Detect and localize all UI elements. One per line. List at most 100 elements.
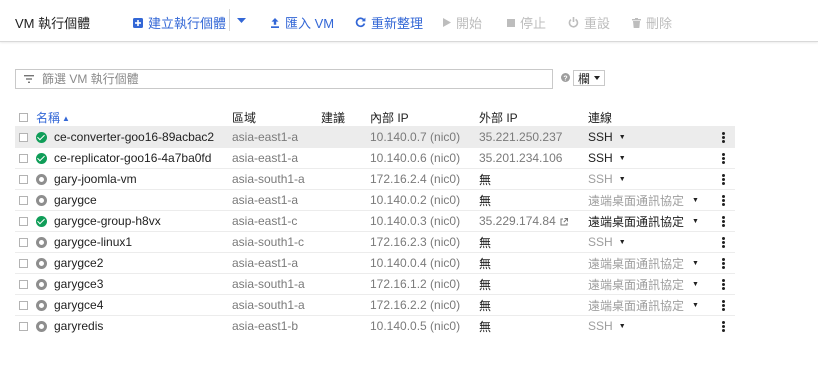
instance-name[interactable]: garyredis xyxy=(54,319,103,333)
stopped-status-icon xyxy=(36,278,47,290)
stop-button[interactable]: 停止 xyxy=(507,13,546,32)
reset-button[interactable]: 重設 xyxy=(568,13,610,32)
column-header-connect[interactable]: 連線 xyxy=(588,109,708,127)
connect-dropdown[interactable]: SSH ▼ xyxy=(588,130,708,144)
column-header-actions xyxy=(708,109,735,127)
connect-dropdown[interactable]: 遠端桌面通訊協定 ▼ xyxy=(588,192,708,209)
more-vert-icon[interactable] xyxy=(722,131,725,143)
create-instance-button[interactable]: 建立執行個體 xyxy=(133,13,226,32)
external-ip-value: 無 xyxy=(479,298,492,313)
instance-name[interactable]: ce-replicator-goo16-4a7ba0fd xyxy=(54,151,211,165)
external-ip-value: 無 xyxy=(479,277,492,292)
columns-button[interactable]: 欄 xyxy=(573,70,606,86)
column-header-external-ip[interactable]: 外部 IP xyxy=(479,109,588,127)
stopped-status-icon xyxy=(36,299,47,311)
recommendation-cell xyxy=(321,315,370,336)
connect-label: 遠端桌面通訊協定 xyxy=(588,298,685,313)
help-icon[interactable]: ? xyxy=(561,73,570,82)
more-vert-icon[interactable] xyxy=(722,278,725,290)
more-vert-icon[interactable] xyxy=(722,194,725,206)
stop-icon xyxy=(507,18,515,27)
instance-name[interactable]: garygce2 xyxy=(54,256,103,270)
instance-name-cell: garygce2 xyxy=(34,256,232,270)
row-checkbox[interactable] xyxy=(19,280,28,290)
select-all-checkbox[interactable] xyxy=(19,113,28,123)
connect-dropdown[interactable]: SSH ▼ xyxy=(588,172,708,186)
connect-dropdown[interactable]: 遠端桌面通訊協定 ▼ xyxy=(588,213,708,230)
row-checkbox[interactable] xyxy=(19,154,28,164)
add-box-icon xyxy=(133,17,143,28)
instance-name[interactable]: gary-joomla-vm xyxy=(54,172,137,186)
caret-down-icon: ▼ xyxy=(692,217,699,225)
row-checkbox[interactable] xyxy=(19,175,28,185)
filter-box xyxy=(15,69,553,89)
column-header-name[interactable]: 名稱 ▲ xyxy=(34,109,232,127)
column-header-internal-ip[interactable]: 內部 IP xyxy=(370,109,479,127)
more-vert-icon[interactable] xyxy=(722,152,725,164)
table-row[interactable]: garygce4 asia-south1-a 172.16.2.2 (nic0) 無 遠… xyxy=(15,294,735,316)
row-checkbox[interactable] xyxy=(19,259,28,269)
connect-dropdown[interactable]: 遠端桌面通訊協定 ▼ xyxy=(588,297,708,314)
table-row[interactable]: garygce2 asia-east1-a 10.140.0.4 (nic0) 無 遠端… xyxy=(15,252,735,274)
recommendation-cell xyxy=(321,189,370,211)
connect-dropdown[interactable]: SSH ▼ xyxy=(588,319,708,333)
more-vert-icon[interactable] xyxy=(722,320,725,332)
external-ip-cell: 35.201.234.106 xyxy=(479,147,588,169)
recommendation-cell xyxy=(321,126,370,148)
instance-name[interactable]: garygce3 xyxy=(54,277,103,291)
table-row[interactable]: garygce-group-h8vx asia-east1-c 10.140.0.3… xyxy=(15,210,735,232)
refresh-button[interactable]: 重新整理 xyxy=(355,13,423,32)
more-vert-icon[interactable] xyxy=(722,215,725,227)
zone-cell: asia-east1-a xyxy=(232,252,321,274)
row-checkbox[interactable] xyxy=(19,196,28,206)
more-vert-icon[interactable] xyxy=(722,257,725,269)
internal-ip-cell: 172.16.1.2 (nic0) xyxy=(370,273,479,295)
row-checkbox[interactable] xyxy=(19,322,28,332)
connect-dropdown[interactable]: 遠端桌面通訊協定 ▼ xyxy=(588,255,708,272)
instance-name-cell: gary-joomla-vm xyxy=(34,172,232,186)
instance-name[interactable]: garygce xyxy=(54,193,97,207)
name-header-label: 名稱 xyxy=(36,111,61,125)
internal-ip-cell: 10.140.0.4 (nic0) xyxy=(370,252,479,274)
table-row[interactable]: garygce-linux1 asia-south1-c 172.16.2.3 (n… xyxy=(15,231,735,253)
connect-dropdown[interactable]: 遠端桌面通訊協定 ▼ xyxy=(588,276,708,293)
start-label: 開始 xyxy=(456,16,483,31)
more-vert-icon[interactable] xyxy=(722,173,725,185)
row-checkbox[interactable] xyxy=(19,238,28,248)
table-row[interactable]: ce-replicator-goo16-4a7ba0fd asia-east1-a… xyxy=(15,147,735,169)
filter-icon xyxy=(24,75,34,83)
refresh-icon xyxy=(355,17,366,28)
row-checkbox[interactable] xyxy=(19,301,28,311)
row-checkbox[interactable] xyxy=(19,133,28,143)
more-vert-icon[interactable] xyxy=(722,299,725,311)
column-header-recommendation[interactable]: 建議 xyxy=(321,109,370,127)
table-row[interactable]: garygce3 asia-south1-a 172.16.1.2 (nic0) 無 遠… xyxy=(15,273,735,295)
instance-name[interactable]: garygce-linux1 xyxy=(54,235,132,249)
delete-button[interactable]: 刪除 xyxy=(632,13,672,32)
upload-icon xyxy=(271,17,279,28)
connect-dropdown[interactable]: SSH ▼ xyxy=(588,151,708,165)
table-row[interactable]: ce-converter-goo16-89acbac2 asia-east1-a 1… xyxy=(15,126,735,148)
caret-down-icon xyxy=(594,76,601,80)
table-row[interactable]: gary-joomla-vm asia-south1-a 172.16.2.4 (n… xyxy=(15,168,735,190)
column-header-zone[interactable]: 區域 xyxy=(232,109,321,127)
external-link-icon[interactable] xyxy=(560,218,568,226)
table-row[interactable]: garygce asia-east1-a 10.140.0.2 (nic0) 無 遠端桌… xyxy=(15,189,735,211)
filter-input[interactable] xyxy=(42,71,542,87)
connect-dropdown[interactable]: SSH ▼ xyxy=(588,235,708,249)
import-vm-button[interactable]: 匯入 VM xyxy=(270,13,334,32)
external-ip-value: 無 xyxy=(479,319,492,334)
more-vert-icon[interactable] xyxy=(722,236,725,248)
external-ip-cell: 無 xyxy=(479,252,588,274)
connect-label: SSH xyxy=(588,130,613,144)
instance-name[interactable]: garygce4 xyxy=(54,298,103,312)
start-button[interactable]: 開始 xyxy=(443,13,482,32)
create-instance-label: 建立執行個體 xyxy=(148,16,227,31)
instance-name[interactable]: garygce-group-h8vx xyxy=(54,214,161,228)
table-row[interactable]: garyredis asia-east1-b 10.140.0.5 (nic0) 無 S… xyxy=(15,315,735,336)
zone-cell: asia-east1-a xyxy=(232,147,321,169)
caret-down-icon[interactable] xyxy=(237,18,246,23)
instance-name[interactable]: ce-converter-goo16-89acbac2 xyxy=(54,130,214,144)
toolbar-divider xyxy=(229,9,230,31)
row-checkbox[interactable] xyxy=(19,217,28,227)
